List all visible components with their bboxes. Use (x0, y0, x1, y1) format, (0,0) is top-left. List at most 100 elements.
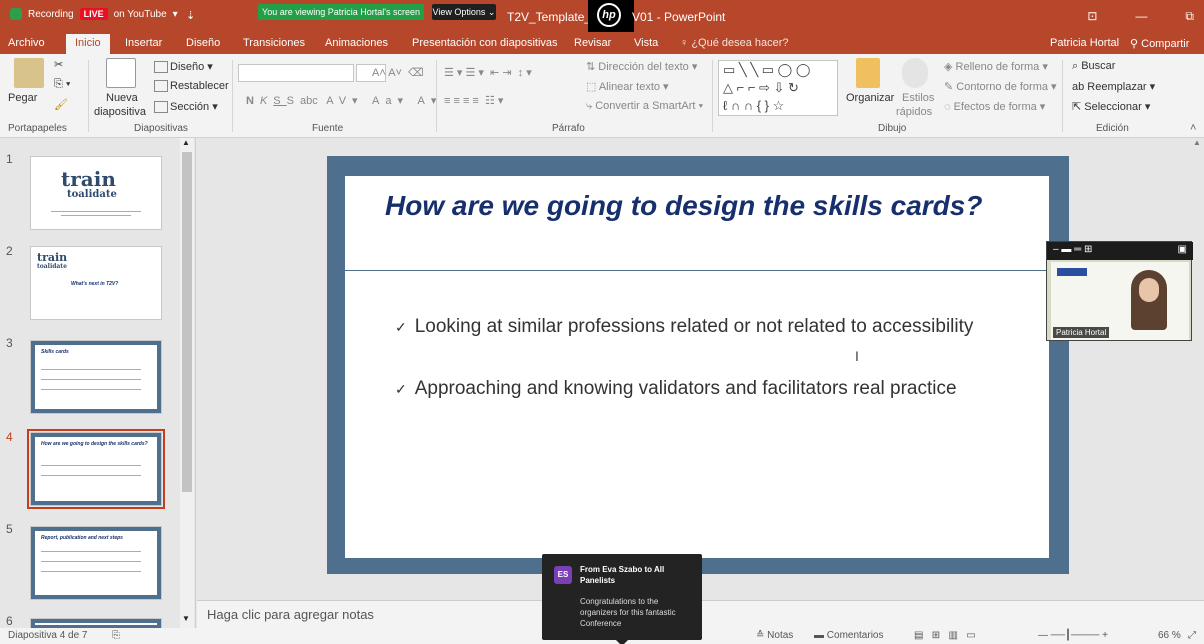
smartart-icon: ⤷ (586, 100, 596, 112)
zoom-level[interactable]: 66 % (1158, 630, 1181, 641)
shapes-gallery[interactable]: ▭ ╲ ╲ ▭ ◯ ◯ △ ⌐ ⌐ ⇨ ⇩ ↻ ℓ ∩ ∩ { } ☆ (718, 60, 838, 116)
live-badge[interactable]: LIVE (79, 8, 108, 20)
video-toolbar: ‒ ▬ ═ ⊞ ▣ (1047, 242, 1193, 260)
bullet-item[interactable]: ✓ Looking at similar professions related … (395, 316, 973, 338)
minimize-icon[interactable]: — (1135, 9, 1147, 24)
pencil-icon: ✎ (944, 81, 957, 93)
font-format-buttons[interactable]: NKSSabc AV▾ Aa▾ A▾ (246, 94, 442, 107)
thumb-number: 2 (6, 244, 13, 258)
tab-vista[interactable]: Vista (634, 37, 658, 49)
align-buttons[interactable]: ≡ ≡ ≡ ≡ ☷ ▾ (444, 94, 503, 107)
tab-transiciones[interactable]: Transiciones (243, 37, 305, 49)
section-icon (154, 101, 168, 114)
section-button[interactable]: Sección ▾ (154, 100, 218, 114)
notes-button[interactable]: ≙ Notas (756, 630, 793, 641)
tab-diseno[interactable]: Diseño (186, 37, 220, 49)
shape-effects-button[interactable]: ◌ Efectos de forma ▾ (944, 100, 1045, 113)
comments-button[interactable]: ▬ Comentarios (814, 630, 883, 641)
text-line (41, 561, 141, 562)
notes-placeholder: Haga clic para agregar notas (207, 607, 374, 622)
tab-insertar[interactable]: Insertar (125, 37, 162, 49)
group-label-diapositivas: Diapositivas (134, 123, 188, 134)
new-slide-icon[interactable] (106, 58, 136, 88)
slide-thumbnail-5[interactable]: Report, publication and next steps (30, 526, 162, 600)
video-controls-icons[interactable]: ‒ ▬ ═ ⊞ (1053, 244, 1092, 255)
separator (232, 60, 233, 132)
zoom-slider[interactable]: — ──┃──── + (1038, 630, 1108, 641)
spell-check-icon[interactable]: ⎘ (112, 630, 120, 641)
chat-notification[interactable]: ES From Eva Szabo to All Panelists Congr… (542, 554, 702, 644)
shape-outline-button[interactable]: ✎ Contorno de forma ▾ (944, 80, 1057, 93)
tab-inicio[interactable]: Inicio (66, 34, 110, 54)
arrange-button[interactable]: Organizar (846, 92, 894, 104)
text-line (41, 379, 141, 380)
bullet-item[interactable]: ✓ Approaching and knowing validators and … (395, 378, 957, 400)
new-slide-label-1[interactable]: Nueva (106, 92, 138, 104)
user-name[interactable]: Patricia Hortal (1050, 37, 1119, 49)
scroll-up-icon[interactable]: ▲ (182, 138, 190, 147)
slide-thumbnail-3[interactable]: Skills cards (30, 340, 162, 414)
align-text-button[interactable]: ⬚ Alinear texto ▾ (586, 80, 669, 93)
format-painter-icon[interactable]: 🖌 (54, 98, 68, 111)
smartart-button[interactable]: ⤷ Convertir a SmartArt ▾ (586, 100, 703, 113)
document-title-suffix: V01 - PowerPoint (632, 10, 726, 24)
view-options-button[interactable]: View Options ⌄ (432, 4, 496, 20)
slide-thumbnail-2[interactable]: train toalidate What's next in T2V? (30, 246, 162, 320)
paste-button[interactable]: Pegar (8, 92, 37, 104)
view-buttons[interactable]: ▤ ⊞ ▥ ▭ (914, 630, 976, 641)
restore-icon[interactable]: ⧉ (1185, 9, 1194, 24)
thumbnails-scrollbar[interactable]: ▲ ▼ (180, 138, 194, 628)
fit-to-window-icon[interactable]: ⤢ (1188, 630, 1196, 641)
arrange-icon[interactable] (856, 58, 880, 88)
copy-icon[interactable]: ⎘ ▾ (54, 78, 70, 91)
thumb-title: Skills cards (41, 349, 69, 355)
text-line (51, 211, 141, 212)
thumb-title: What's next in T2V? (71, 281, 119, 287)
ribbon-display-icon[interactable]: ⊡ (1087, 9, 1097, 24)
zoom-recording-indicator[interactable]: Recording LIVE on YouTube ▾ (10, 8, 178, 20)
replace-button[interactable]: ab Reemplazar ▾ (1072, 80, 1155, 93)
quick-styles-label-1[interactable]: Estilos (902, 92, 934, 104)
shape-fill-button[interactable]: ◈ Relleno de forma ▾ (944, 60, 1048, 73)
share-button[interactable]: ⚲ Compartir (1130, 37, 1189, 50)
group-label-portapapeles: Portapapeles (8, 123, 67, 134)
quick-styles-label-2[interactable]: rápidos (896, 106, 932, 118)
cut-icon[interactable]: ✂ (54, 58, 63, 71)
tab-revisar[interactable]: Revisar (574, 37, 611, 49)
chevron-down-icon[interactable]: ▾ (173, 9, 178, 20)
person-icon: ⚲ (1130, 38, 1142, 50)
participant-video[interactable]: ‒ ▬ ═ ⊞ ▣ Patricia Hortal (1046, 241, 1193, 341)
thumb-title: Report, publication and next steps (41, 535, 123, 541)
slide-title[interactable]: How are we going to design the skills ca… (385, 190, 1005, 222)
paste-icon[interactable] (14, 58, 44, 88)
collapse-ribbon-icon[interactable]: ˄ (1190, 122, 1196, 134)
font-grow-shrink-icons[interactable]: A˄ A˅ ⌫ (372, 66, 424, 79)
slide-thumbnail-4[interactable]: How are we going to design the skills ca… (27, 429, 165, 509)
slide-thumbnail-1[interactable]: train toalidate (30, 156, 162, 230)
tell-me-search[interactable]: ♀ ¿Qué desea hacer? (680, 37, 789, 49)
select-button[interactable]: ⇱ Seleccionar ▾ (1072, 100, 1150, 113)
find-button[interactable]: ⌕ Buscar (1072, 60, 1115, 73)
lightbulb-icon: ♀ (680, 37, 692, 49)
tab-archivo[interactable]: Archivo (8, 37, 45, 49)
reset-button[interactable]: Restablecer (154, 80, 229, 93)
shield-icon (10, 8, 22, 20)
text-direction-button[interactable]: ⇅ Dirección del texto ▾ (586, 60, 697, 73)
scrollbar-thumb[interactable] (182, 152, 192, 492)
separator (88, 60, 89, 132)
scroll-up-icon[interactable]: ▲ (1193, 138, 1201, 147)
list-buttons[interactable]: ☰ ▾ ☰ ▾ ⇤ ⇥ ↕ ▾ (444, 66, 532, 79)
quick-styles-icon[interactable] (902, 58, 928, 88)
window-controls: ⊡ — ⧉ (1087, 9, 1194, 24)
font-name-input[interactable] (238, 64, 354, 82)
tab-presentacion[interactable]: Presentación con diapositivas (412, 37, 558, 49)
quick-access-customize-icon[interactable]: ⇣ (186, 9, 195, 22)
group-label-parrafo: Párrafo (552, 123, 585, 134)
new-slide-label-2[interactable]: diapositiva (94, 106, 146, 118)
expand-video-icon[interactable]: ▣ (1178, 244, 1187, 255)
layout-button[interactable]: Diseño ▾ (154, 60, 213, 74)
thumb-title: How are we going to design the skills ca… (41, 441, 148, 447)
validate-logo-text: toalidate (67, 189, 117, 200)
scroll-down-icon[interactable]: ▼ (182, 614, 190, 623)
tab-animaciones[interactable]: Animaciones (325, 37, 388, 49)
